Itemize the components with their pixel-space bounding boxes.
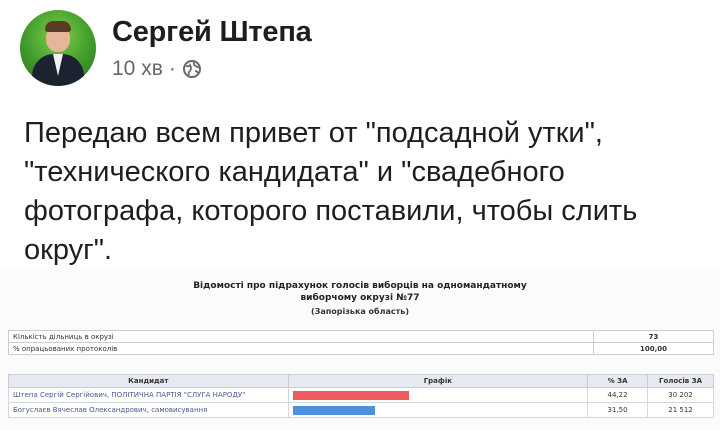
table-header-row: Кандидат Графік % ЗА Голосів ЗА	[8, 374, 714, 388]
candidate-percent: 44,22	[587, 387, 649, 403]
author-name[interactable]: Сергей Штепа	[112, 16, 312, 49]
avatar[interactable]	[20, 10, 96, 86]
post-time[interactable]: 10 хв	[112, 57, 163, 81]
column-header-chart: Графік	[287, 374, 589, 388]
vote-bar	[292, 405, 376, 415]
info-label: % опрацьованих протоколів	[8, 342, 594, 355]
globe-icon[interactable]	[182, 59, 202, 79]
document-title: Відомості про підрахунок голосів виборці…	[0, 280, 720, 304]
info-label: Кількість дільниць в окрузі	[8, 330, 594, 343]
document-subtitle: (Запорізька область)	[311, 307, 409, 316]
table-row: % опрацьованих протоколів 100,00	[8, 342, 714, 355]
vote-bar	[292, 390, 409, 400]
column-header-votes: Голосів ЗА	[647, 374, 714, 388]
candidate-percent: 31,50	[587, 402, 649, 418]
district-info-table: Кількість дільниць в окрузі 73 % опрацьо…	[8, 330, 714, 355]
table-row: Богуслаєв Вячеслав Олександрович, самови…	[8, 402, 714, 418]
vote-bar-cell	[287, 387, 589, 403]
info-value: 100,00	[593, 342, 714, 355]
candidate-name[interactable]: Богуслаєв Вячеслав Олександрович, самови…	[8, 402, 289, 418]
results-table: Кандидат Графік % ЗА Голосів ЗА Штепа Се…	[8, 374, 714, 418]
post-meta: 10 хв ·	[112, 57, 312, 81]
candidate-votes: 21 512	[647, 402, 714, 418]
post-header: Сергей Штепа 10 хв ·	[20, 10, 312, 86]
info-value: 73	[593, 330, 714, 343]
document-title-line-1: Відомості про підрахунок голосів виборці…	[193, 281, 527, 291]
post-text: Передаю всем привет от "подсадной утки",…	[24, 117, 638, 266]
author-block: Сергей Штепа 10 хв ·	[112, 16, 312, 81]
candidate-name[interactable]: Штепа Сергій Сергійович, ПОЛІТИЧНА ПАРТІ…	[8, 387, 289, 403]
meta-separator: ·	[168, 56, 176, 80]
document-title-line-2: виборчому окрузі №77	[300, 293, 420, 303]
results-document: Відомості про підрахунок голосів виборці…	[0, 268, 720, 430]
table-row: Кількість дільниць в окрузі 73	[8, 330, 714, 343]
column-header-candidate: Кандидат	[8, 374, 289, 388]
column-header-percent: % ЗА	[587, 374, 649, 388]
vote-bar-cell	[287, 402, 589, 418]
table-row: Штепа Сергій Сергійович, ПОЛІТИЧНА ПАРТІ…	[8, 387, 714, 403]
candidate-votes: 30 202	[647, 387, 714, 403]
